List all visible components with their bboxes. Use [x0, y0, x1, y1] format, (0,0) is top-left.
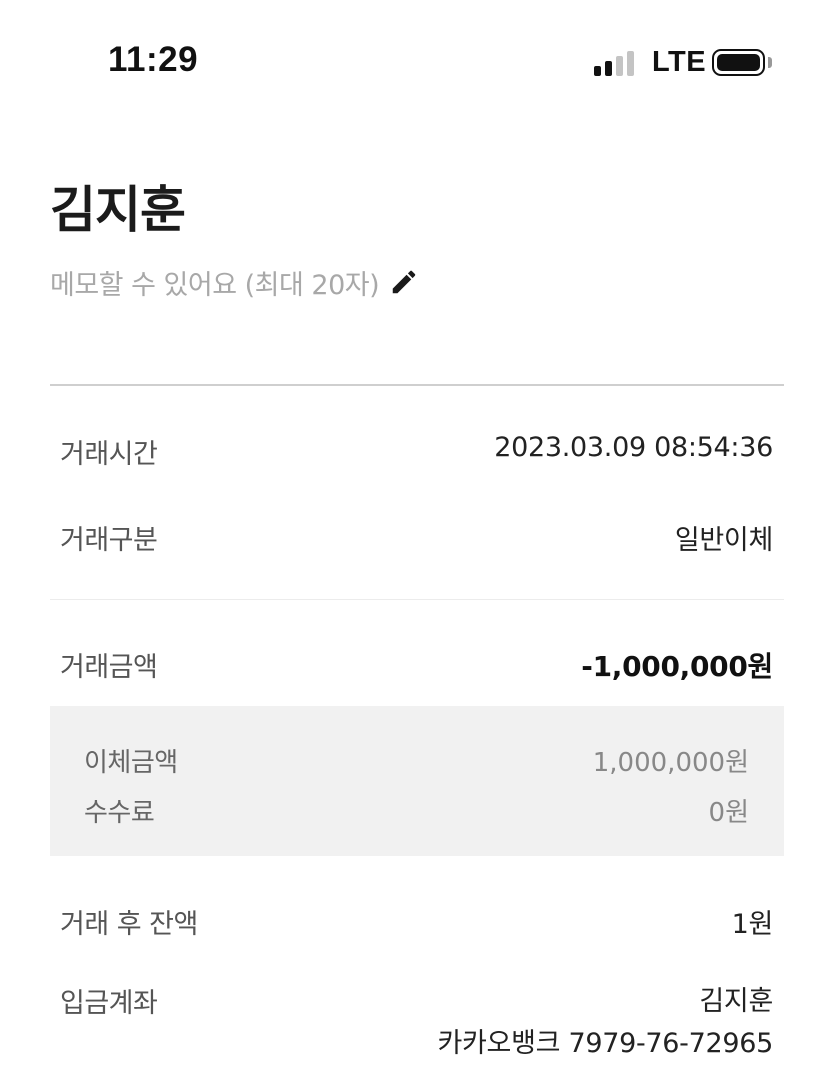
section-divider-light	[50, 599, 784, 600]
transaction-type-value: 일반이체	[674, 525, 773, 556]
memo-placeholder[interactable]: 메모할 수 있어요 (최대 20자)	[50, 263, 380, 302]
balance-after-row: 거래 후 잔액 1원	[60, 902, 773, 941]
signal-icon	[594, 50, 636, 76]
transaction-amount-label: 거래금액	[60, 652, 158, 683]
fee-value: 0원	[708, 798, 749, 828]
deposit-account-info: 김지훈 카카오뱅크 7979-76-72965	[437, 981, 773, 1065]
balance-after-label: 거래 후 잔액	[60, 909, 198, 940]
pencil-icon[interactable]	[389, 267, 419, 297]
account-holder-name: 김지훈	[699, 986, 773, 1017]
account-number: 카카오뱅크 7979-76-72965	[437, 1028, 773, 1059]
deposit-account-label: 입금계좌	[60, 988, 158, 1019]
recipient-name: 김지훈	[50, 181, 186, 239]
fee-label: 수수료	[84, 798, 155, 828]
transaction-amount-value: -1,000,000원	[581, 650, 773, 683]
transfer-amount-label: 이체금액	[84, 748, 178, 778]
section-divider	[50, 384, 784, 386]
deposit-account-row: 입금계좌 김지훈 카카오뱅크 7979-76-72965	[60, 981, 773, 1065]
transaction-time-value: 2023.03.09 08:54:36	[494, 432, 773, 463]
status-time: 11:29	[108, 40, 199, 79]
transaction-type-label: 거래구분	[60, 525, 158, 556]
transfer-amount-value: 1,000,000원	[592, 748, 749, 778]
balance-after-value: 1원	[731, 909, 774, 940]
transaction-type-row: 거래구분 일반이체	[60, 518, 773, 557]
status-bar: 11:29 LTE	[0, 0, 835, 120]
memo-field[interactable]: 메모할 수 있어요 (최대 20자)	[50, 262, 419, 302]
transaction-time-row: 거래시간 2023.03.09 08:54:36	[60, 432, 773, 471]
transfer-amount-row: 이체금액 1,000,000원	[84, 742, 749, 779]
battery-icon	[712, 49, 765, 76]
transaction-time-label: 거래시간	[60, 439, 158, 470]
network-type: LTE	[652, 46, 707, 78]
transaction-amount-row: 거래금액 -1,000,000원	[60, 645, 773, 685]
amount-breakdown-box: 이체금액 1,000,000원 수수료 0원	[50, 706, 784, 856]
battery-tip	[768, 57, 772, 68]
fee-row: 수수료 0원	[84, 792, 749, 829]
